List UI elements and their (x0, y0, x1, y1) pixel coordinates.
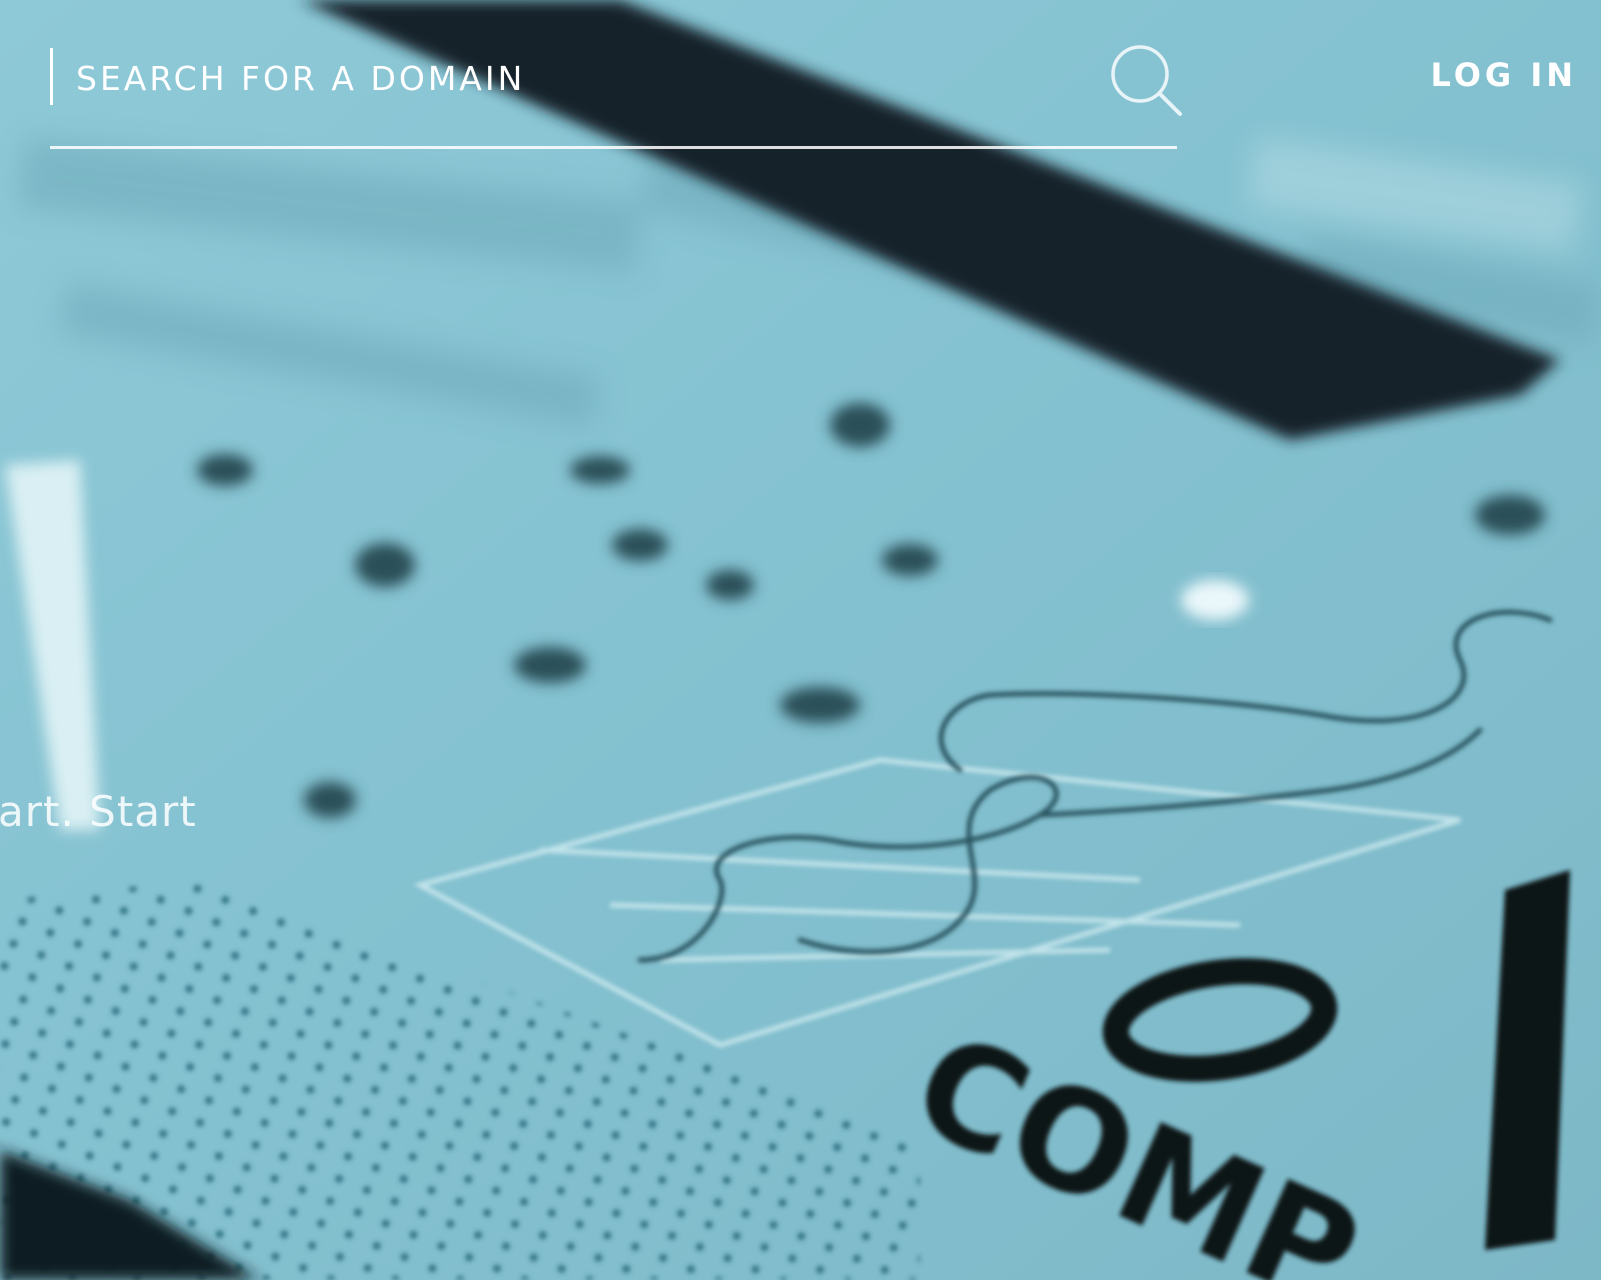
hero-tagline: art. Start (0, 787, 197, 836)
search-underline (50, 146, 1177, 149)
login-link[interactable]: LOG IN (1430, 56, 1577, 94)
domain-search-input[interactable] (76, 56, 1056, 100)
text-cursor (50, 48, 53, 105)
domain-search-form (50, 36, 1182, 150)
search-button[interactable] (1108, 42, 1184, 118)
page: COMP LOG IN art. Start (0, 0, 1601, 1280)
search-icon (1111, 45, 1182, 116)
background-photo: COMP (0, 0, 1601, 1280)
